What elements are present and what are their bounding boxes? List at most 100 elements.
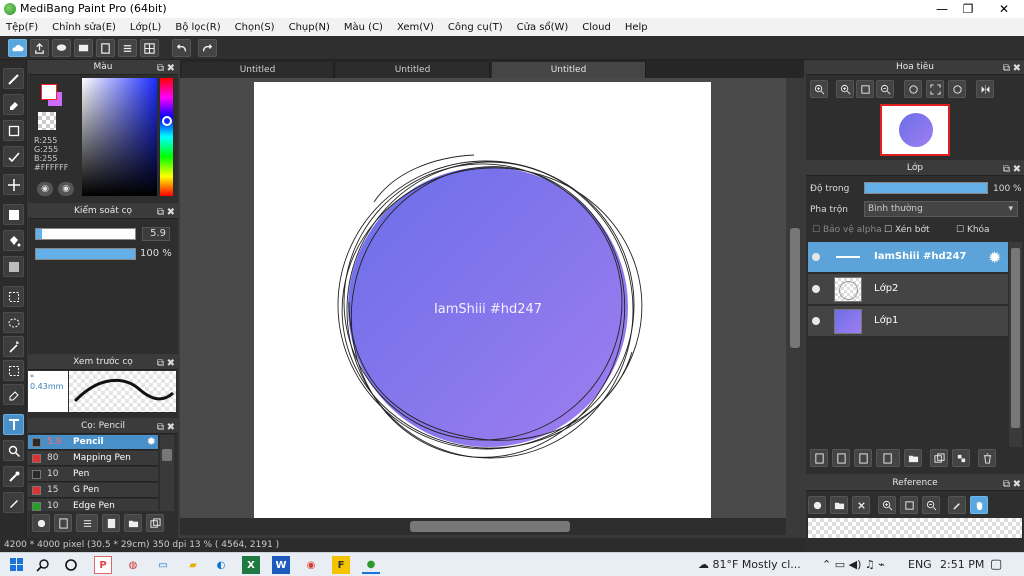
- rotate-right-button[interactable]: [948, 80, 966, 98]
- windows-start-icon[interactable]: [8, 556, 26, 574]
- rectangle-tool[interactable]: [3, 120, 24, 141]
- select-tool[interactable]: [3, 286, 24, 307]
- horizontal-scrollbar[interactable]: [180, 518, 786, 535]
- visibility-icon[interactable]: [812, 317, 820, 325]
- move-tool[interactable]: [3, 174, 24, 195]
- drawing-canvas[interactable]: IamShiii #hd247: [254, 82, 711, 518]
- zoom-out-button[interactable]: [876, 80, 894, 98]
- fullscreen-button[interactable]: [926, 80, 944, 98]
- bucket-tool[interactable]: [3, 230, 24, 251]
- page-button[interactable]: [96, 39, 115, 57]
- undock-icon[interactable]: ⧉: [157, 420, 164, 435]
- brush-opacity-slider[interactable]: [35, 248, 136, 260]
- transparent-swatch[interactable]: [38, 112, 56, 130]
- reference-hand-button[interactable]: [970, 496, 988, 514]
- add-brush-button[interactable]: [32, 514, 50, 532]
- undock-icon[interactable]: ⧉: [1003, 61, 1010, 76]
- excel-app-icon[interactable]: X: [242, 556, 260, 574]
- canvas-area[interactable]: IamShiii #hd247: [180, 78, 804, 518]
- menu-window[interactable]: Cửa sổ(W): [517, 22, 569, 33]
- medibang-taskbar-icon[interactable]: ●: [362, 556, 380, 574]
- gear-icon[interactable]: ✹: [988, 248, 1001, 267]
- palette-icon[interactable]: ◉: [37, 182, 53, 196]
- brush-list-item[interactable]: 80 Mapping Pen: [28, 451, 158, 466]
- menu-edit[interactable]: Chỉnh sửa(E): [52, 22, 116, 33]
- edge-browser-icon[interactable]: ◐: [212, 556, 230, 574]
- brush-list-item[interactable]: 5.9 Pencil ✹: [28, 435, 158, 450]
- visibility-icon[interactable]: [812, 253, 820, 261]
- delete-layer-button[interactable]: [978, 449, 996, 467]
- chat-button[interactable]: [52, 39, 71, 57]
- reference-add-button[interactable]: [808, 496, 826, 514]
- close-button[interactable]: ✕: [982, 0, 1024, 18]
- notification-icon[interactable]: ▢: [990, 557, 1002, 572]
- f-app-icon[interactable]: F: [332, 556, 350, 574]
- flip-button[interactable]: [976, 80, 994, 98]
- reference-zoom-out-button[interactable]: [922, 496, 940, 514]
- add-layer-menu-button[interactable]: [876, 449, 900, 467]
- operation-tool[interactable]: [3, 440, 24, 461]
- monitor-app-icon[interactable]: ▭: [154, 556, 172, 574]
- reference-close-button[interactable]: [852, 496, 870, 514]
- magic-wand-tool[interactable]: [3, 336, 24, 357]
- export-button[interactable]: [30, 39, 49, 57]
- close-icon[interactable]: ✖: [167, 205, 175, 220]
- undock-icon[interactable]: ⧉: [1003, 162, 1010, 177]
- new-brush-button[interactable]: [54, 514, 72, 532]
- brush-duplicate-button[interactable]: [146, 514, 164, 532]
- pen-tool[interactable]: [3, 492, 24, 513]
- hue-handle[interactable]: [162, 116, 172, 126]
- undock-icon[interactable]: ⧉: [157, 205, 164, 220]
- lasso-tool[interactable]: [3, 312, 24, 333]
- menu-layer[interactable]: Lớp(L): [130, 22, 161, 33]
- brush-size-slider[interactable]: [35, 228, 136, 240]
- duplicate-layer-button[interactable]: [930, 449, 948, 467]
- chrome-browser-icon[interactable]: ◉: [302, 556, 320, 574]
- lock-checkbox[interactable]: ☐ Khóa: [956, 225, 990, 235]
- brush-list-scrollbar[interactable]: [160, 435, 174, 511]
- close-icon[interactable]: ✖: [1013, 162, 1021, 177]
- brush-list-item[interactable]: 10 Edge Pen: [28, 499, 158, 511]
- layer-row-lop1[interactable]: Lớp1: [808, 306, 1008, 337]
- eyedropper-tool[interactable]: [3, 466, 24, 487]
- tab-untitled-2[interactable]: Untitled: [336, 62, 490, 78]
- navigator-thumbnail[interactable]: [880, 104, 950, 156]
- undock-icon[interactable]: ⧉: [157, 356, 164, 371]
- close-icon[interactable]: ✖: [1013, 61, 1021, 76]
- weather-widget[interactable]: ☁ 81°F Mostly cl...: [698, 558, 801, 571]
- input-language[interactable]: ENG: [908, 558, 932, 571]
- reference-open-button[interactable]: [830, 496, 848, 514]
- brush-settings-button[interactable]: [102, 514, 120, 532]
- zoom-in-2-button[interactable]: [836, 80, 854, 98]
- menu-tools[interactable]: Công cụ(T): [448, 22, 503, 33]
- redo-button[interactable]: [198, 39, 217, 57]
- rotate-left-button[interactable]: [904, 80, 922, 98]
- cloud-button[interactable]: [8, 39, 27, 57]
- new-8bit-layer-button[interactable]: [854, 449, 872, 467]
- brush-folder-button[interactable]: [124, 514, 142, 532]
- word-app-icon[interactable]: W: [272, 556, 290, 574]
- undock-icon[interactable]: ⧉: [157, 61, 164, 76]
- layer-scrollbar[interactable]: [1009, 242, 1022, 447]
- blend-mode-select[interactable]: Bình thường ▾: [864, 201, 1018, 217]
- gear-icon[interactable]: ✹: [147, 435, 156, 448]
- menu-select[interactable]: Chọn(S): [235, 22, 275, 33]
- list-button[interactable]: [118, 39, 137, 57]
- visibility-icon[interactable]: [812, 285, 820, 293]
- vertical-scroll-thumb[interactable]: [790, 228, 800, 348]
- color-history-icon[interactable]: ◉: [58, 182, 74, 196]
- brush-size-value[interactable]: 5.9: [142, 227, 170, 241]
- merge-layer-button[interactable]: [952, 449, 970, 467]
- new-halftone-layer-button[interactable]: [832, 449, 850, 467]
- close-icon[interactable]: ✖: [1013, 477, 1021, 492]
- undo-button[interactable]: [172, 39, 191, 57]
- correction-tool[interactable]: [3, 146, 24, 167]
- close-icon[interactable]: ✖: [167, 356, 175, 371]
- task-view-icon[interactable]: [62, 556, 80, 574]
- menu-capture[interactable]: Chụp(N): [289, 22, 330, 33]
- powerpoint-app-icon[interactable]: P: [94, 556, 112, 574]
- saturation-value-picker[interactable]: [82, 78, 157, 196]
- search-icon[interactable]: [34, 556, 52, 574]
- protect-alpha-checkbox[interactable]: ☐ Bảo vệ alpha: [812, 225, 882, 235]
- reference-image-area[interactable]: [808, 518, 1022, 538]
